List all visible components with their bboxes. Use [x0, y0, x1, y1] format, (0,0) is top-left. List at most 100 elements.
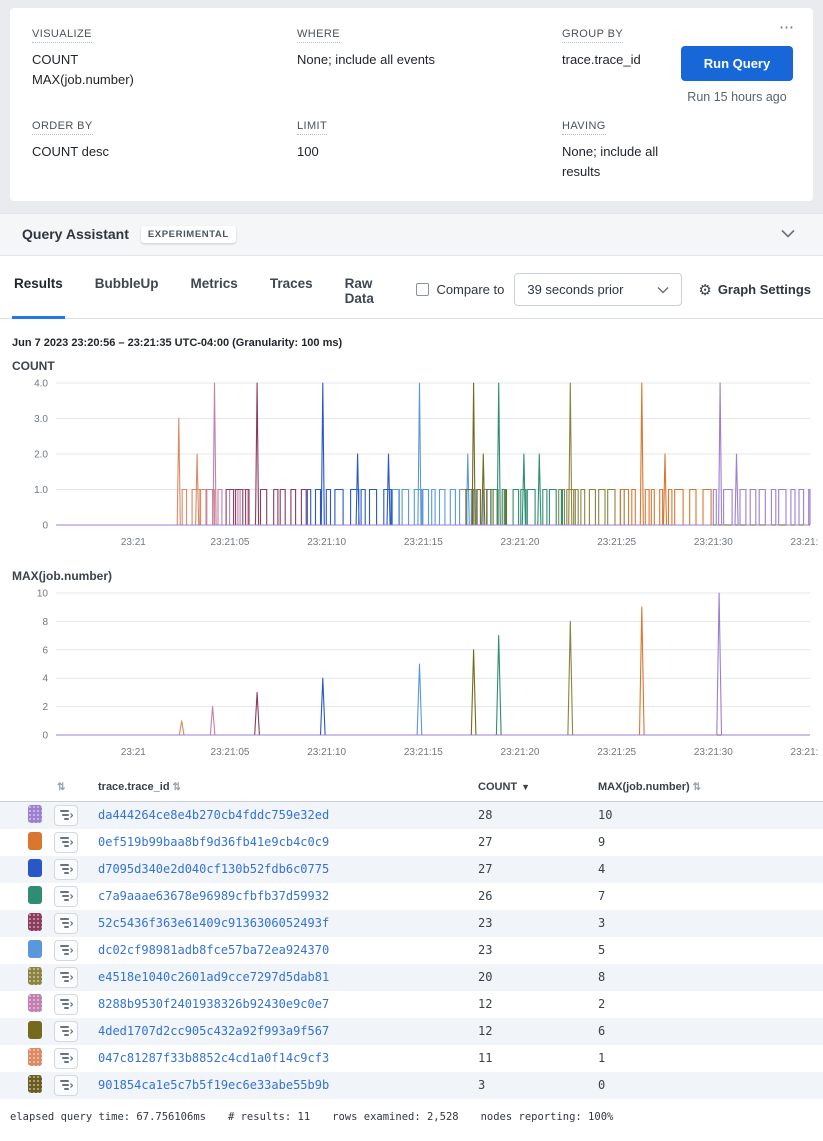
view-trace-icon[interactable]	[54, 859, 78, 880]
svg-text:23:21:35: 23:21:35	[791, 537, 818, 548]
count-line-chart[interactable]: 01.02.03.04.023:2123:21:0523:21:1023:21:…	[10, 375, 818, 555]
view-trace-icon[interactable]	[54, 994, 78, 1015]
visualize-value-count[interactable]: COUNT	[32, 50, 277, 70]
having-clause[interactable]: HAVING None; include all results	[562, 116, 791, 182]
tab-bubbleup[interactable]: BubbleUp	[93, 270, 161, 318]
svg-text:23:21:15: 23:21:15	[404, 747, 443, 758]
table-row: 4ded1707d2cc905c432a92f993a9f567126	[0, 1018, 823, 1045]
view-trace-icon[interactable]	[54, 805, 78, 826]
tab-raw-data[interactable]: Raw Data	[343, 270, 389, 318]
svg-text:0: 0	[42, 730, 48, 741]
trace-id-link[interactable]: 4ded1707d2cc905c432a92f993a9f567	[98, 1024, 329, 1038]
count-value: 20	[472, 964, 592, 991]
trace-id-column-header[interactable]: trace.trace_id⇅	[92, 773, 472, 802]
svg-text:1.0: 1.0	[34, 485, 48, 496]
where-label: WHERE	[297, 28, 340, 43]
svg-text:8: 8	[42, 616, 48, 627]
max-chart-title: MAX(job.number)	[12, 569, 813, 583]
series-color-swatch	[28, 913, 42, 931]
svg-text:23:21:05: 23:21:05	[211, 747, 250, 758]
svg-text:23:21:25: 23:21:25	[597, 537, 636, 548]
max-line-chart[interactable]: 024681023:2123:21:0523:21:1023:21:1523:2…	[10, 585, 818, 765]
view-trace-icon[interactable]	[54, 1075, 78, 1096]
view-trace-icon[interactable]	[54, 832, 78, 853]
svg-text:0: 0	[42, 520, 48, 531]
where-value[interactable]: None; include all events	[297, 50, 542, 70]
order-by-clause[interactable]: ORDER BY COUNT desc	[32, 116, 297, 182]
svg-text:6: 6	[42, 645, 48, 656]
tab-results[interactable]: Results	[12, 270, 65, 318]
table-row: 8288b9530f2401938326b92430e9c0e7122	[0, 991, 823, 1018]
compare-to-checkbox[interactable]	[416, 283, 429, 296]
view-trace-icon[interactable]	[54, 913, 78, 934]
svg-text:23:21:05: 23:21:05	[211, 537, 250, 548]
svg-text:4.0: 4.0	[34, 378, 48, 389]
count-chart-title: COUNT	[12, 359, 813, 373]
view-trace-icon[interactable]	[54, 940, 78, 961]
run-query-button[interactable]: Run Query	[681, 46, 793, 81]
stat-item: # results: 11	[228, 1111, 310, 1123]
where-clause[interactable]: WHERE None; include all events	[297, 24, 562, 90]
max-column-header[interactable]: MAX(job.number)⇅	[592, 773, 823, 802]
series-color-swatch	[28, 832, 42, 850]
having-value[interactable]: None; include all results	[562, 142, 661, 182]
series-color-swatch	[28, 940, 42, 958]
view-trace-icon[interactable]	[54, 886, 78, 907]
svg-text:23:21: 23:21	[121, 537, 146, 548]
trace-id-link[interactable]: 0ef519b99baa8bf9d36fb41e9cb4c0c9	[98, 835, 329, 849]
max-value: 10	[592, 801, 823, 829]
count-value: 26	[472, 883, 592, 910]
trace-id-link[interactable]: 047c81287f33b8852c4cd1a0f14c9cf3	[98, 1051, 329, 1065]
query-assistant-bar[interactable]: Query Assistant EXPERIMENTAL	[0, 213, 823, 256]
trace-id-link[interactable]: dc02cf98981adb8fce57ba72ea924370	[98, 943, 329, 957]
trace-id-link[interactable]: 8288b9530f2401938326b92430e9c0e7	[98, 997, 329, 1011]
compare-interval-dropdown[interactable]: 39 seconds prior	[514, 273, 682, 306]
count-value: 28	[472, 801, 592, 829]
sort-icon: ⇅	[57, 782, 65, 793]
tab-bar: Results BubbleUp Metrics Traces Raw Data	[12, 270, 416, 318]
trace-id-link[interactable]: d7095d340e2d040cf130b52fdb6c0775	[98, 862, 329, 876]
group-by-value[interactable]: trace.trace_id	[562, 50, 661, 70]
count-column-header[interactable]: COUNT▼	[472, 773, 592, 802]
graph-settings-button[interactable]: ⚙ Graph Settings	[698, 281, 811, 299]
visualize-value-max[interactable]: MAX(job.number)	[32, 70, 277, 90]
table-row: dc02cf98981adb8fce57ba72ea924370235	[0, 937, 823, 964]
tab-metrics[interactable]: Metrics	[189, 270, 240, 318]
limit-value[interactable]: 100	[297, 142, 542, 162]
series-color-swatch	[28, 886, 42, 904]
view-trace-icon[interactable]	[54, 1048, 78, 1069]
count-value: 27	[472, 829, 592, 856]
sort-icon: ⇅	[173, 782, 181, 793]
max-value: 6	[592, 1018, 823, 1045]
max-value: 7	[592, 883, 823, 910]
trace-id-link[interactable]: c7a9aaae63678e96989cfbfb37d59932	[98, 889, 329, 903]
max-value: 0	[592, 1072, 823, 1099]
row-sort-header[interactable]: ⇅	[48, 773, 92, 802]
trace-id-link[interactable]: 52c5436f363e61409c9136306052493f	[98, 916, 329, 930]
limit-label: LIMIT	[297, 120, 327, 135]
order-by-value[interactable]: COUNT desc	[32, 142, 277, 162]
svg-text:23:21: 23:21	[121, 747, 146, 758]
count-value: 23	[472, 910, 592, 937]
svg-text:10: 10	[37, 588, 49, 599]
stat-item: elapsed query time: 67.756106ms	[10, 1111, 206, 1123]
max-value: 3	[592, 910, 823, 937]
svg-text:23:21:20: 23:21:20	[501, 747, 540, 758]
svg-text:3.0: 3.0	[34, 414, 48, 425]
trace-id-link[interactable]: 901854ca1e5c7b5f19ec6e33abe55b9b	[98, 1078, 329, 1092]
tab-traces[interactable]: Traces	[268, 270, 315, 318]
limit-clause[interactable]: LIMIT 100	[297, 116, 562, 182]
max-value: 5	[592, 937, 823, 964]
visualize-clause[interactable]: VISUALIZE COUNT MAX(job.number)	[32, 24, 297, 90]
chevron-down-icon[interactable]	[781, 225, 795, 243]
query-builder-card: ⋯ VISUALIZE COUNT MAX(job.number) WHERE …	[10, 8, 813, 201]
count-value: 3	[472, 1072, 592, 1099]
trace-id-link[interactable]: da444264ce8e4b270cb4fddc759e32ed	[98, 808, 329, 822]
svg-text:23:21:10: 23:21:10	[307, 747, 346, 758]
trace-id-link[interactable]: e4518e1040c2601ad9cce7297d5dab81	[98, 970, 329, 984]
order-by-label: ORDER BY	[32, 120, 93, 135]
kebab-menu-icon[interactable]: ⋯	[779, 18, 795, 36]
stat-item: nodes reporting: 100%	[481, 1111, 614, 1123]
view-trace-icon[interactable]	[54, 967, 78, 988]
table-row: da444264ce8e4b270cb4fddc759e32ed 2810	[0, 801, 823, 829]
